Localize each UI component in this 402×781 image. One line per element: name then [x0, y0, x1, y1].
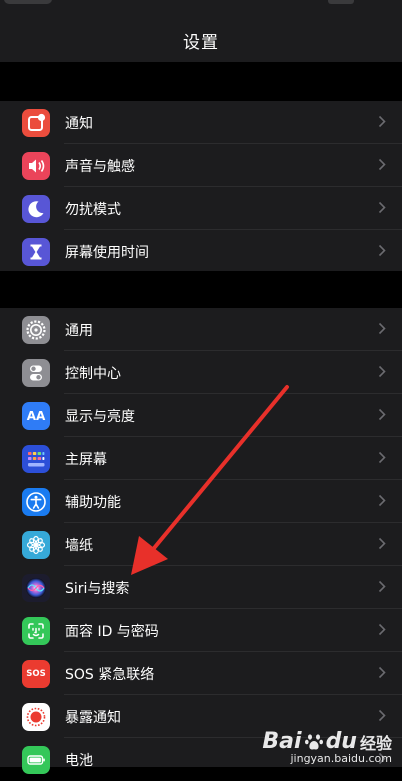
- siri-icon: [22, 573, 50, 602]
- chevron-right-icon: [378, 537, 386, 550]
- settings-group-1: 通知 声音与触感 勿扰模式 屏幕使用时间: [0, 101, 402, 271]
- settings-item-home-screen[interactable]: 主屏幕: [0, 437, 402, 480]
- display-aa-icon: AA: [22, 401, 50, 430]
- watermark-cn: 经验: [359, 733, 392, 753]
- chevron-right-icon: [378, 580, 386, 593]
- settings-item-label: 控制中心: [65, 365, 121, 382]
- watermark-brand: Bai: [262, 729, 302, 754]
- settings-item-label: SOS 紧急联络: [65, 666, 155, 683]
- hourglass-icon: [22, 237, 50, 266]
- settings-item-label: 声音与触感: [65, 158, 135, 175]
- settings-item-label: 屏幕使用时间: [65, 244, 149, 261]
- nav-bar: 设置: [0, 0, 402, 62]
- settings-item-label: 勿扰模式: [65, 201, 121, 218]
- icon-text: AA: [26, 408, 46, 423]
- settings-item-label: 辅助功能: [65, 494, 121, 511]
- settings-item-label: 暴露通知: [65, 709, 121, 726]
- chevron-right-icon: [378, 244, 386, 257]
- chevron-right-icon: [378, 158, 386, 171]
- settings-item-control-center[interactable]: 控制中心: [0, 351, 402, 394]
- chevron-right-icon: [378, 115, 386, 128]
- settings-item-siri-search[interactable]: Siri与搜索: [0, 566, 402, 609]
- exposure-icon: [22, 702, 50, 731]
- settings-item-face-id[interactable]: 面容 ID 与密码: [0, 609, 402, 652]
- chevron-right-icon: [378, 201, 386, 214]
- settings-item-label: 显示与亮度: [65, 408, 135, 425]
- settings-item-notifications[interactable]: 通知: [0, 101, 402, 144]
- settings-item-emergency-sos[interactable]: SOS SOS 紧急联络: [0, 652, 402, 695]
- accessibility-icon: [22, 487, 50, 516]
- chevron-right-icon: [378, 365, 386, 378]
- settings-item-sounds[interactable]: 声音与触感: [0, 144, 402, 187]
- settings-item-accessibility[interactable]: 辅助功能: [0, 480, 402, 523]
- settings-group-2: 通用 控制中心 AA 显示与亮度 主屏幕 辅助功能 墙纸 Siri与搜索 面容 …: [0, 308, 402, 774]
- baidu-jingyan-watermark: Bai du 经验 jingyan.baidu.com: [262, 729, 392, 765]
- baidu-paw-icon: [304, 733, 323, 750]
- gear-icon: [22, 315, 50, 344]
- moon-icon: [22, 194, 50, 223]
- settings-item-label: 通知: [65, 115, 93, 132]
- sos-icon: SOS: [22, 659, 50, 688]
- settings-item-label: 主屏幕: [65, 451, 107, 468]
- notification-icon: [22, 108, 50, 137]
- chevron-right-icon: [378, 451, 386, 464]
- page-title: 设置: [183, 33, 219, 53]
- status-bar-indicator: [328, 0, 354, 4]
- battery-icon: [22, 745, 50, 774]
- switches-icon: [22, 358, 50, 387]
- icon-text: SOS: [26, 668, 46, 679]
- speaker-icon: [22, 151, 50, 180]
- settings-item-label: 墙纸: [65, 537, 93, 554]
- chevron-right-icon: [378, 666, 386, 679]
- settings-item-general[interactable]: 通用: [0, 308, 402, 351]
- chevron-right-icon: [378, 408, 386, 421]
- settings-item-display-brightness[interactable]: AA 显示与亮度: [0, 394, 402, 437]
- settings-item-label: 面容 ID 与密码: [65, 623, 159, 640]
- chevron-right-icon: [378, 322, 386, 335]
- watermark-brand-2: du: [325, 729, 357, 754]
- chevron-right-icon: [378, 709, 386, 722]
- settings-item-do-not-disturb[interactable]: 勿扰模式: [0, 187, 402, 230]
- face-id-icon: [22, 616, 50, 645]
- home-screen-grid-icon: [22, 444, 50, 473]
- settings-item-wallpaper[interactable]: 墙纸: [0, 523, 402, 566]
- status-bar-time-pill: [4, 0, 52, 4]
- settings-item-label: Siri与搜索: [65, 580, 130, 597]
- flower-icon: [22, 530, 50, 559]
- chevron-right-icon: [378, 623, 386, 636]
- chevron-right-icon: [378, 494, 386, 507]
- settings-item-label: 通用: [65, 322, 93, 339]
- settings-item-screen-time[interactable]: 屏幕使用时间: [0, 230, 402, 273]
